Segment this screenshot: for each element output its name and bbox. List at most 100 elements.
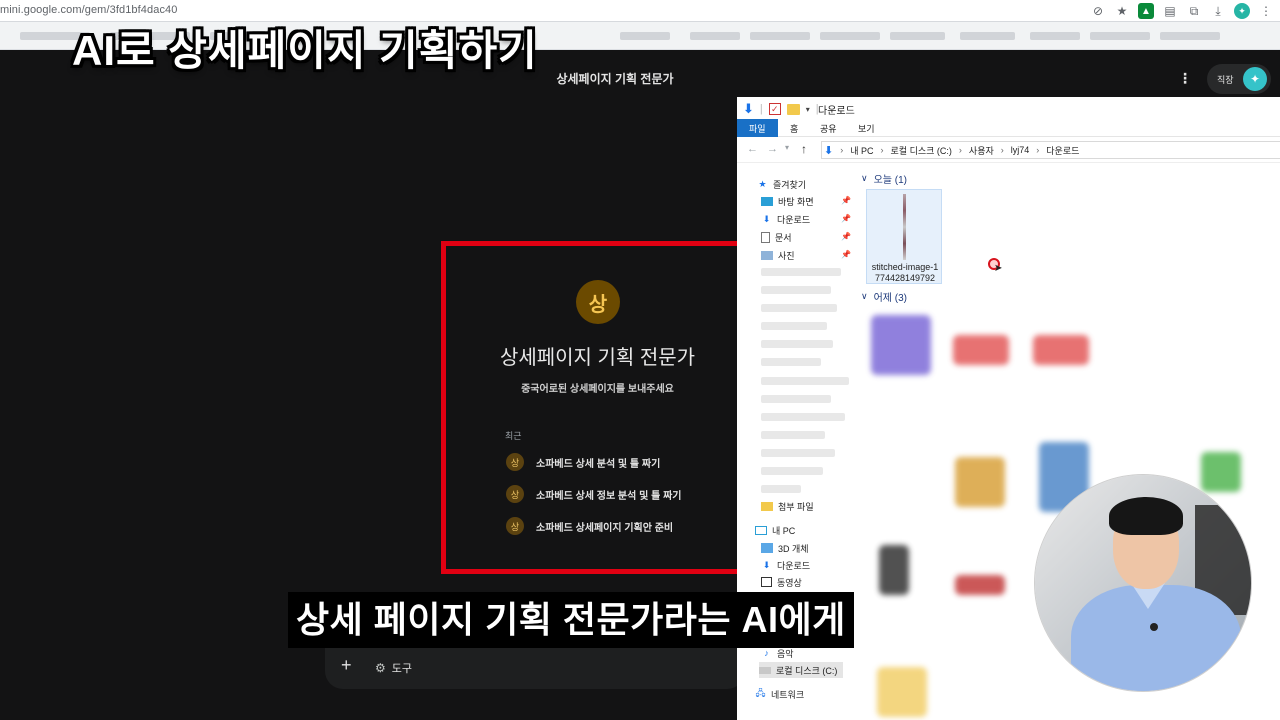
blurred-item bbox=[761, 268, 841, 276]
group-header-yesterday[interactable]: ∨ 어제 (3) bbox=[861, 289, 907, 304]
sidebar-item-local-disk[interactable]: 로컬 디스크 (C:) bbox=[759, 662, 844, 678]
forward-arrow-icon[interactable]: → bbox=[767, 143, 778, 155]
sidebar-item-label: 첨부 파일 bbox=[778, 501, 814, 512]
bookmark[interactable] bbox=[1090, 32, 1150, 40]
tab-share[interactable]: 공유 bbox=[820, 119, 837, 137]
blurred-item bbox=[761, 449, 835, 457]
sidebar-item-3d-objects[interactable]: 3D 개체 bbox=[761, 540, 809, 556]
sidebar-item-documents[interactable]: 문서 bbox=[761, 229, 792, 245]
add-attachment-button[interactable]: + bbox=[341, 655, 352, 676]
file-extension-icon[interactable]: ▤ bbox=[1162, 3, 1178, 19]
sliders-icon: ⚙ bbox=[375, 661, 386, 675]
bookmark[interactable] bbox=[820, 32, 880, 40]
eye-off-icon[interactable]: ⊘ bbox=[1090, 3, 1106, 19]
sidebar-item-quick-access[interactable]: ★ 즐겨찾기 bbox=[757, 176, 806, 192]
breadcrumb[interactable]: ⬇ › 내 PC › 로컬 디스크 (C:) › 사용자 › lyj74 › 다… bbox=[821, 141, 1280, 159]
sidebar-item-label: 로컬 디스크 (C:) bbox=[776, 665, 838, 676]
gem-chat-icon: 상 bbox=[506, 485, 524, 503]
recent-chat-label: 소파베드 상세 분석 및 틀 짜기 bbox=[536, 458, 661, 470]
sidebar-item-pc-downloads[interactable]: ⬇ 다운로드 bbox=[761, 557, 810, 573]
download-arrow-icon[interactable]: ⬇ bbox=[743, 101, 754, 117]
gem-name: 상세페이지 기획 전문가 bbox=[499, 347, 696, 369]
blurred-file bbox=[877, 667, 927, 717]
breadcrumb-item[interactable]: 로컬 디스크 (C:) bbox=[891, 144, 952, 157]
music-note-icon: ♪ bbox=[764, 648, 769, 658]
sidebar-item-videos[interactable]: 동영상 bbox=[761, 574, 802, 590]
download-arrow-icon: ⬇ bbox=[762, 559, 771, 570]
gem-chat-icon: 상 bbox=[506, 453, 524, 471]
properties-icon[interactable]: ✓ bbox=[768, 103, 781, 115]
group-header-today[interactable]: ∨ 오늘 (1) bbox=[861, 171, 907, 186]
gem-avatar: 상 bbox=[576, 280, 620, 324]
bookmark[interactable] bbox=[1160, 32, 1220, 40]
ribbon-tabs: 파일 홈 공유 보기 bbox=[737, 119, 1280, 137]
more-icon[interactable]: ⋮ bbox=[1258, 3, 1274, 19]
breadcrumb-item[interactable]: lyj74 bbox=[1011, 145, 1030, 155]
navigation-bar: ← → ▾ ↑ ⬇ › 내 PC › 로컬 디스크 (C:) › 사용자 › l… bbox=[737, 137, 1280, 163]
profile-teal-icon[interactable]: ✦ bbox=[1234, 3, 1250, 19]
profile-chip[interactable]: 직장 ✦ bbox=[1207, 64, 1271, 94]
recent-chat-item[interactable]: 상 소파베드 상세 분석 및 틀 짜기 bbox=[506, 452, 660, 472]
download-icon[interactable]: ⤓ bbox=[1210, 3, 1226, 19]
star-icon[interactable]: ★ bbox=[1114, 3, 1130, 19]
sidebar-item-label: 다운로드 bbox=[777, 560, 811, 571]
tab-home[interactable]: 홈 bbox=[790, 119, 798, 137]
sidebar-item-label: 3D 개체 bbox=[778, 543, 809, 554]
blurred-item bbox=[761, 485, 801, 493]
tools-button[interactable]: ⚙ 도구 bbox=[375, 660, 412, 676]
gem-description: 중국어로된 상세페이지를 보내주세요 bbox=[521, 384, 674, 395]
sidebar-item-attachments[interactable]: 첨부 파일 bbox=[761, 498, 814, 514]
folder-icon[interactable] bbox=[786, 103, 800, 115]
blurred-file bbox=[879, 545, 909, 595]
tools-label: 도구 bbox=[391, 663, 413, 675]
sidebar-item-downloads[interactable]: ⬇ 다운로드 bbox=[761, 211, 810, 227]
sidebar-item-pictures[interactable]: 사진 bbox=[761, 247, 795, 263]
breadcrumb-item[interactable]: 내 PC bbox=[850, 144, 873, 157]
pictures-icon bbox=[761, 250, 773, 260]
recent-label: 최근 bbox=[505, 431, 522, 441]
recent-chat-label: 소파베드 상세페이지 기획안 준비 bbox=[536, 522, 674, 534]
back-arrow-icon[interactable]: ← bbox=[747, 143, 758, 155]
puzzle-icon[interactable]: ⧉ bbox=[1186, 3, 1202, 19]
blurred-file bbox=[953, 335, 1009, 365]
sidebar-item-label: 바탕 화면 bbox=[778, 196, 814, 207]
blurred-item bbox=[761, 322, 827, 330]
up-arrow-icon[interactable]: ↑ bbox=[801, 142, 807, 156]
recent-chat-item[interactable]: 상 소파베드 상세 정보 분석 및 틀 짜기 bbox=[506, 484, 681, 504]
prompt-input-bar[interactable]: + ⚙ 도구 bbox=[325, 647, 745, 689]
blurred-item bbox=[761, 358, 821, 366]
file-item[interactable]: stitched-image-1 774428149792 bbox=[866, 189, 942, 284]
breadcrumb-item[interactable]: 다운로드 bbox=[1046, 144, 1079, 157]
blurred-item bbox=[761, 377, 849, 385]
recent-chat-item[interactable]: 상 소파베드 상세페이지 기획안 준비 bbox=[506, 516, 673, 536]
group-label: 어제 (3) bbox=[873, 293, 907, 304]
pin-icon: 📌 bbox=[841, 232, 851, 241]
bookmark[interactable] bbox=[960, 32, 1015, 40]
drive-icon bbox=[759, 666, 771, 674]
recent-locations-icon[interactable]: ▾ bbox=[785, 143, 789, 152]
tab-view[interactable]: 보기 bbox=[858, 119, 875, 137]
blurred-file bbox=[871, 315, 931, 375]
chevron-down-icon[interactable]: ▾ bbox=[806, 105, 810, 114]
sidebar-item-this-pc[interactable]: 내 PC bbox=[755, 522, 795, 538]
blurred-file bbox=[955, 575, 1005, 595]
sidebar-item-desktop[interactable]: 바탕 화면 bbox=[761, 193, 814, 209]
sidebar-item-label: 동영상 bbox=[777, 577, 802, 588]
more-menu-icon[interactable]: ⋮ bbox=[1178, 70, 1192, 87]
sidebar-item-network[interactable]: 🖧 네트워크 bbox=[755, 686, 804, 702]
blurred-file bbox=[1033, 335, 1089, 365]
bookmark[interactable] bbox=[690, 32, 740, 40]
bookmark[interactable] bbox=[750, 32, 810, 40]
screen: { "browser": { "url": "mini.google.com/g… bbox=[0, 0, 1280, 720]
bookmark[interactable] bbox=[620, 32, 670, 40]
tab-file[interactable]: 파일 bbox=[737, 119, 778, 137]
bookmark[interactable] bbox=[1030, 32, 1080, 40]
bookmark[interactable] bbox=[890, 32, 945, 40]
extension-green-icon[interactable]: ▲ bbox=[1138, 3, 1154, 19]
chevron-down-icon: ∨ bbox=[861, 173, 868, 183]
gem-chat-icon: 상 bbox=[506, 517, 524, 535]
breadcrumb-item[interactable]: 사용자 bbox=[969, 144, 994, 157]
blurred-item bbox=[761, 286, 831, 294]
blurred-item bbox=[761, 431, 825, 439]
url-text[interactable]: mini.google.com/gem/3fd1bf4dac40 bbox=[0, 4, 177, 16]
